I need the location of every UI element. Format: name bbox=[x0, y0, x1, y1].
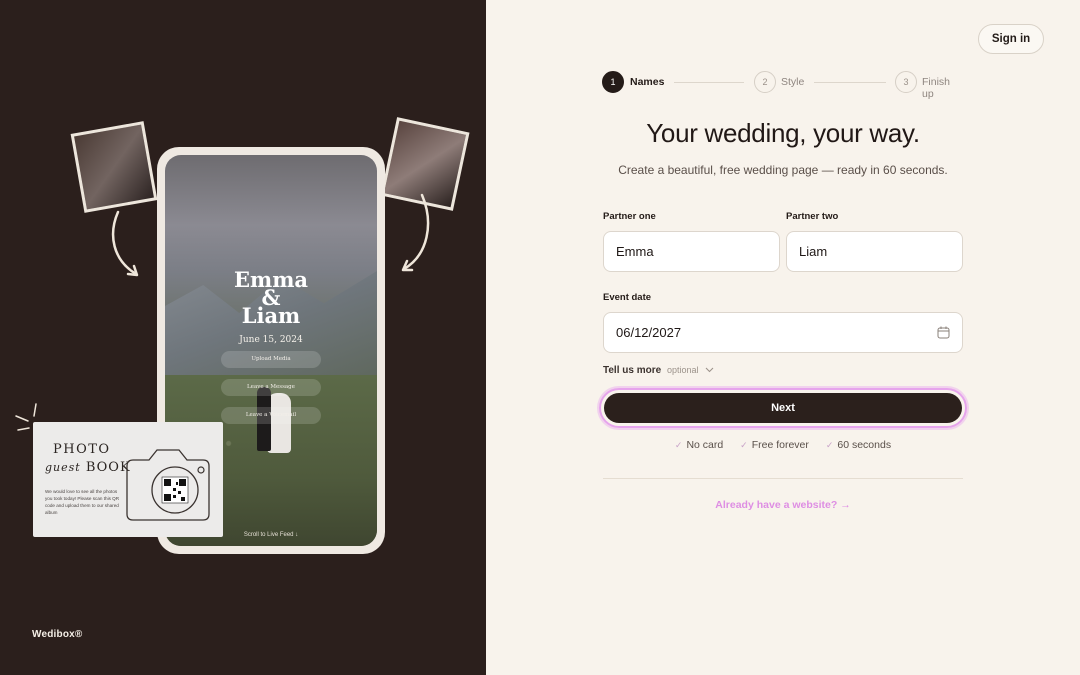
partner-two-input[interactable]: Liam bbox=[786, 231, 963, 272]
partner-one-input[interactable]: Emma bbox=[603, 231, 780, 272]
sign-in-button[interactable]: Sign in bbox=[978, 24, 1044, 54]
tell-us-more-toggle[interactable]: Tell us more optional bbox=[603, 365, 714, 376]
party-photo-left bbox=[70, 121, 158, 213]
brand-logo: Wedibox® bbox=[32, 629, 83, 640]
curved-arrow-icon bbox=[401, 193, 430, 272]
couple-names: Emma & Liam bbox=[233, 267, 309, 328]
next-button[interactable]: Next bbox=[604, 393, 962, 423]
tell-us-more-label: Tell us more bbox=[603, 365, 662, 376]
step-connector bbox=[674, 82, 744, 83]
marketing-panel: Emma & Liam June 15, 2024 Upload Media L… bbox=[0, 0, 486, 675]
guestbook-subtitle: guest BOOK bbox=[45, 460, 131, 475]
perk-item: ✓ 60 seconds bbox=[825, 439, 892, 451]
event-date-value: 06/12/2027 bbox=[616, 325, 682, 340]
step-2-label: Style bbox=[781, 76, 805, 88]
partner-two-label: Partner two bbox=[786, 211, 839, 222]
guestbook-body: We would love to see all the photos you … bbox=[45, 489, 120, 515]
next-button-focus-ring: Next bbox=[599, 388, 967, 428]
partner-one-label: Partner one bbox=[603, 211, 656, 222]
check-icon: ✓ bbox=[674, 440, 683, 450]
event-date-input[interactable]: 06/12/2027 bbox=[603, 312, 963, 353]
optional-tag: optional bbox=[666, 365, 699, 375]
step-connector bbox=[814, 82, 886, 83]
already-have-website-link[interactable]: Already have a website? → bbox=[603, 499, 963, 511]
divider bbox=[603, 478, 963, 479]
step-1-indicator: 1 bbox=[602, 71, 624, 93]
calendar-icon[interactable] bbox=[937, 326, 950, 339]
check-icon: ✓ bbox=[740, 440, 748, 450]
page-title: Your wedding, your way. bbox=[646, 118, 920, 148]
chevron-down-icon bbox=[705, 367, 714, 373]
stepper: 1 Names 2 Style 3 Finish up bbox=[602, 71, 964, 100]
check-icon: ✓ bbox=[825, 440, 834, 450]
step-2-indicator: 2 bbox=[754, 71, 776, 93]
guestbook-title: PHOTO bbox=[53, 442, 111, 457]
leave-voicemail-button: Leave a Voicemail bbox=[221, 407, 321, 424]
arrow-right-icon: → bbox=[837, 499, 851, 511]
perks-list: ✓ No card ✓ Free forever ✓ 60 seconds bbox=[603, 439, 963, 451]
step-1-label: Names bbox=[630, 76, 665, 88]
event-date-label: Event date bbox=[603, 292, 652, 303]
perk-item: ✓ Free forever bbox=[740, 439, 809, 451]
curved-arrow-icon bbox=[111, 210, 139, 277]
camera-qr-icon bbox=[126, 449, 210, 521]
page-subtitle: Create a beautiful, free wedding page — … bbox=[618, 163, 948, 177]
photo-guestbook-card: PHOTO guest BOOK We would love to see al… bbox=[33, 422, 223, 537]
step-3-indicator: 3 bbox=[895, 71, 917, 93]
upload-media-button: Upload Media bbox=[221, 351, 321, 368]
wedding-date: June 15, 2024 bbox=[239, 335, 303, 345]
step-3-label: Finish up bbox=[922, 76, 951, 100]
leave-message-button: Leave a Message bbox=[221, 379, 321, 396]
perk-item: ✓ No card bbox=[674, 439, 724, 451]
